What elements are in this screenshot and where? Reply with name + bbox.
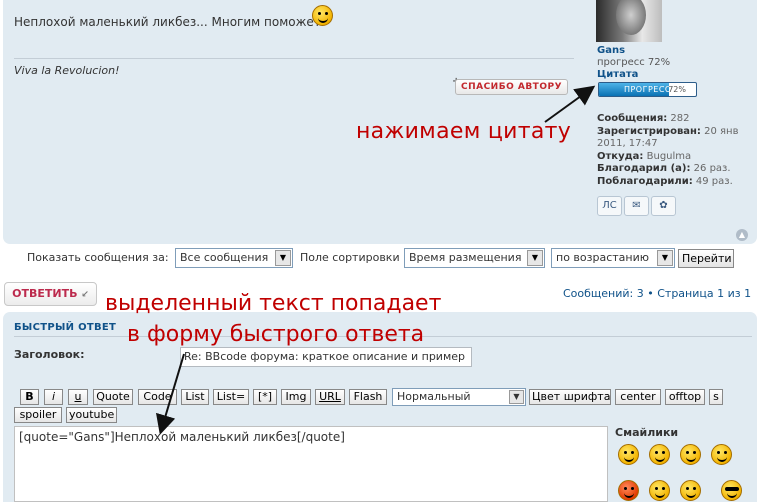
- annotation-arrows: [155, 85, 596, 435]
- arrow-to-textarea: [155, 353, 185, 435]
- arrow-to-quote: [544, 85, 596, 123]
